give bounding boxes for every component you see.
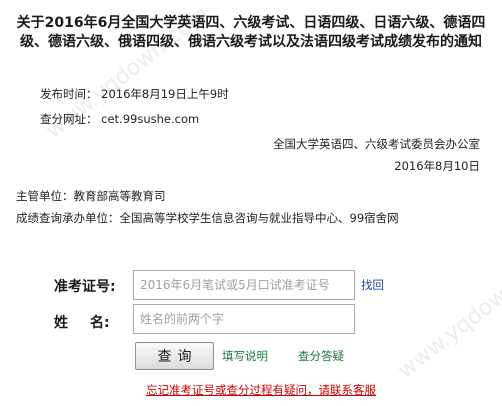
find-ticket-link[interactable]: 找回 xyxy=(361,277,384,293)
name-input[interactable] xyxy=(133,304,355,334)
supervisor-unit: 主管单位：教育部高等教育司 xyxy=(16,189,166,203)
ticket-number-input[interactable] xyxy=(133,270,355,300)
name-label-second: 名: xyxy=(90,315,110,331)
watermark: www.yqdown.com xyxy=(393,241,502,384)
name-label: 姓 名: xyxy=(54,312,110,332)
ticket-number-label: 准考证号: xyxy=(54,279,116,295)
contact-support-link[interactable]: 忘记准考证号或查分过程有疑问，请联系客服 xyxy=(146,382,376,398)
operator-unit: 成绩查询承办单位：全国高等学校学生信息咨询与就业指导中心、99宿舍网 xyxy=(16,211,399,225)
query-url: 查分网址： cet.99sushe.com xyxy=(40,112,200,126)
publish-time: 发布时间： 2016年8月19日上午9时 xyxy=(40,87,229,101)
announcement-title: 关于2016年6月全国大学英语四、六级考试、日语四级、日语六级、德语四级、德语六… xyxy=(16,15,486,50)
faq-link[interactable]: 查分答疑 xyxy=(298,348,344,364)
signature-organization: 全国大学英语四、六级考试委员会办公室 xyxy=(273,137,480,151)
instructions-link[interactable]: 填写说明 xyxy=(222,348,268,364)
signature-date: 2016年8月10日 xyxy=(394,159,480,173)
name-label-first: 姓 xyxy=(54,315,68,331)
query-button[interactable]: 查询 xyxy=(135,342,214,370)
